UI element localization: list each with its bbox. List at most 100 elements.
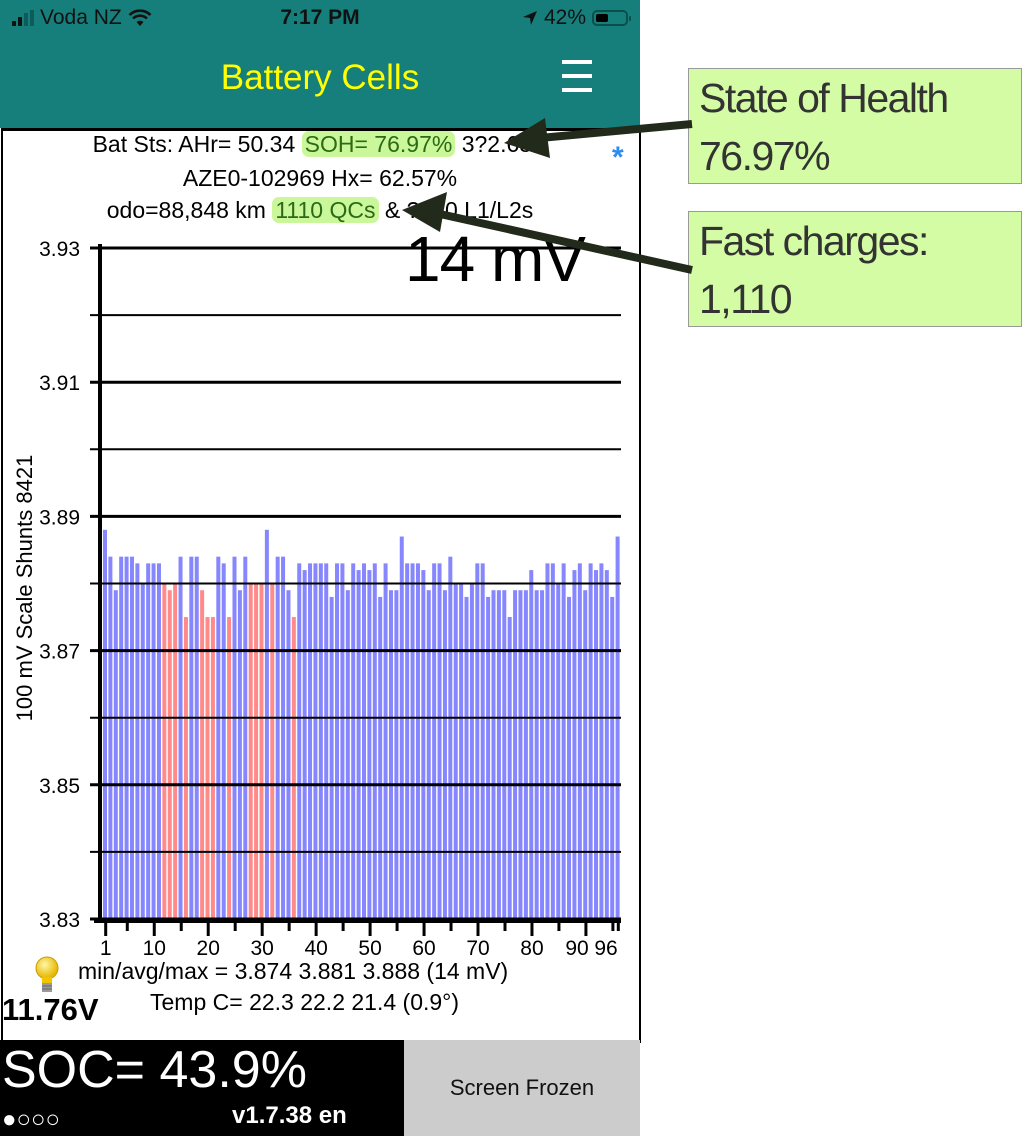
cell-bar-94 <box>604 570 609 919</box>
cell-bar-28 <box>248 583 253 919</box>
y-axis-label: 100 mV Scale Shunts 8421 <box>12 454 37 722</box>
lightbulb-icon[interactable] <box>34 955 60 995</box>
y-tick-label: 3.91 <box>39 372 80 395</box>
cell-bar-85 <box>556 583 561 919</box>
app-header: Voda NZ 7:17 PM 42% Battery Cells <box>0 0 640 128</box>
cell-bar-4 <box>119 556 124 919</box>
x-tick-label: 80 <box>520 937 543 960</box>
hamburger-menu-icon[interactable] <box>560 56 594 96</box>
cell-bar-17 <box>189 556 194 919</box>
x-tick-label: 60 <box>412 937 435 960</box>
temperature-text: Temp C= 22.3 22.2 21.4 (0.9°) <box>150 989 460 1015</box>
cell-bar-95 <box>610 596 615 919</box>
cell-bar-7 <box>135 563 140 919</box>
cell-bar-48 <box>356 570 361 919</box>
cell-bar-45 <box>340 563 345 919</box>
cell-bar-70 <box>475 563 480 919</box>
cell-bar-38 <box>302 570 307 919</box>
cell-bar-9 <box>146 563 151 919</box>
y-tick-label: 3.87 <box>39 641 80 664</box>
cell-bar-51 <box>372 563 377 919</box>
x-tick-label: 50 <box>358 937 381 960</box>
cell-bar-15 <box>178 556 183 919</box>
x-tick-label: 70 <box>466 937 489 960</box>
battery-percent: 42% <box>543 6 586 29</box>
app-version: v1.7.38 en <box>232 1102 347 1129</box>
cell-bar-92 <box>594 570 599 919</box>
cell-bar-30 <box>259 583 264 919</box>
cell-bar-56 <box>399 536 404 919</box>
cell-bar-31 <box>264 529 269 919</box>
cell-bar-16 <box>183 617 188 919</box>
y-tick-label: 3.85 <box>39 775 80 798</box>
cell-bar-53 <box>383 563 388 919</box>
x-tick-label: 1 <box>100 937 112 960</box>
page-title: Battery Cells <box>220 58 420 97</box>
x-tick-label: 90 <box>565 937 588 960</box>
location-arrow-icon <box>522 11 537 25</box>
cell-bar-67 <box>459 583 464 919</box>
cell-bar-1 <box>103 529 107 919</box>
phone-screen: Voda NZ 7:17 PM 42% Battery Cells Bat St… <box>0 0 641 1136</box>
cell-bar-26 <box>237 590 242 919</box>
cell-bar-35 <box>286 590 291 919</box>
cell-bar-33 <box>275 556 280 919</box>
cell-bar-32 <box>270 583 275 919</box>
page-indicator[interactable]: ●○○○ <box>2 1106 60 1134</box>
cell-bar-19 <box>200 590 205 919</box>
cell-bar-86 <box>561 563 566 919</box>
cell-bar-66 <box>453 583 458 919</box>
cell-bar-39 <box>308 563 313 919</box>
cell-bar-34 <box>281 556 286 919</box>
vin-hx-line: AZE0-102969 Hx= 62.57% <box>182 165 458 191</box>
cell-bar-55 <box>394 590 399 919</box>
cell-bar-61 <box>426 590 431 919</box>
cell-voltage-chart: 3.93 3.91 3.89 3.87 3.85 3.83 1 10 20 30 40 50 60 70 8… <box>39 238 621 960</box>
y-tick-label: 3.89 <box>39 506 80 529</box>
cell-bar-68 <box>464 596 469 919</box>
annotation-soh-title: State of Health <box>699 75 949 121</box>
cell-bar-82 <box>540 590 545 919</box>
cell-bar-59 <box>415 563 420 919</box>
cell-bar-24 <box>227 617 232 919</box>
cell-bar-60 <box>421 570 426 919</box>
cell-bar-2 <box>108 556 113 919</box>
odometer-text: odo=88,848 km <box>106 197 273 223</box>
x-tick-label: 20 <box>197 937 220 960</box>
pack-voltage-text: 3?2.65V <box>455 131 548 157</box>
screen-frozen-button[interactable]: Screen Frozen <box>404 1040 640 1136</box>
cell-bar-3 <box>113 590 118 919</box>
cell-bar-62 <box>432 563 437 919</box>
cell-bar-49 <box>362 563 366 919</box>
cell-bar-76 <box>507 617 512 919</box>
cell-bar-43 <box>329 596 334 919</box>
cell-bar-44 <box>335 563 340 919</box>
chart-overlay-spread: 14 mV <box>405 223 586 295</box>
annotation-qc-title: Fast charges: <box>699 218 929 264</box>
aux-battery-voltage: 11.76V <box>2 992 99 1027</box>
cell-bar-80 <box>529 570 534 919</box>
cell-bar-65 <box>448 556 453 919</box>
cell-bar-75 <box>502 590 507 919</box>
cell-bar-96 <box>615 536 620 919</box>
cell-bar-50 <box>367 570 372 919</box>
cell-bar-64 <box>442 590 447 919</box>
battery-status-line: Bat Sts: AHr= 50.34 SOH= 76.97% 3?2.65V <box>0 131 640 158</box>
cell-bar-88 <box>572 570 577 919</box>
x-tick-label: 96 <box>594 937 617 960</box>
cell-bar-89 <box>577 563 582 919</box>
cell-bar-47 <box>351 563 356 919</box>
cell-bar-90 <box>583 590 588 919</box>
battery-icon <box>592 10 631 26</box>
cell-bar-36 <box>291 617 296 919</box>
cell-bar-52 <box>378 596 383 919</box>
cell-bar-71 <box>480 563 485 919</box>
annotation-state-of-health: State of Health 76.97% <box>688 68 1022 184</box>
cell-bar-84 <box>550 563 555 919</box>
cell-bar-81 <box>534 590 539 919</box>
cell-bar-37 <box>297 563 302 919</box>
annotation-qc-value: 1,110 <box>699 276 793 322</box>
cell-bar-83 <box>545 563 550 919</box>
y-tick-label: 3.83 <box>39 909 80 932</box>
cell-bar-79 <box>523 590 528 919</box>
